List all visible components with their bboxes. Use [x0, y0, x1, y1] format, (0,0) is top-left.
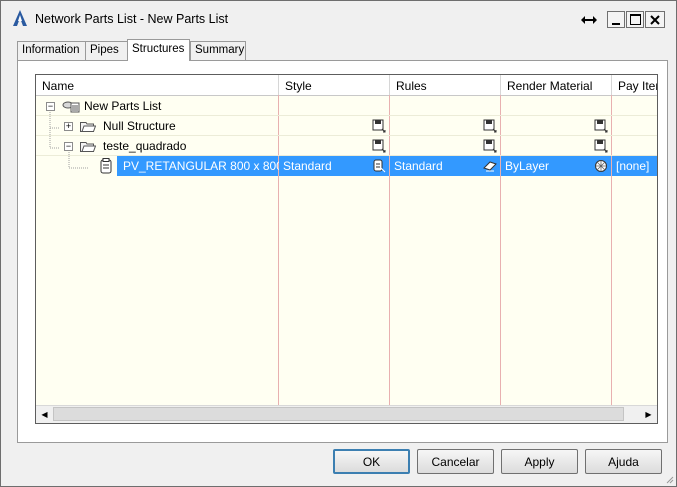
tab-pipes[interactable]: Pipes: [85, 41, 128, 60]
maximize-button[interactable]: [626, 11, 644, 28]
tree-label-pv-retangular: PV_RETANGULAR 800 x 800: [123, 159, 283, 173]
structure-icon: [100, 158, 112, 174]
rules-value: Standard: [394, 159, 443, 173]
maximize-icon: [629, 14, 641, 25]
parts-list-icon: [62, 101, 80, 113]
pay-item-value: [none]: [616, 159, 650, 173]
tab-structures[interactable]: Structures: [127, 39, 190, 61]
tab-information[interactable]: Information: [17, 41, 86, 60]
tree-row[interactable]: + Null Structure: [36, 116, 657, 136]
folder-open-icon: [80, 142, 96, 152]
material-picker-icon[interactable]: [594, 139, 608, 153]
tree-row[interactable]: − New Parts List: [36, 96, 657, 116]
double-arrow-icon[interactable]: [575, 11, 603, 28]
column-header-style[interactable]: Style: [279, 75, 390, 95]
style-picker-icon[interactable]: [372, 139, 386, 153]
column-header-pay-item[interactable]: Pay Item: [612, 75, 657, 95]
cancel-button[interactable]: Cancelar: [417, 449, 494, 474]
minimize-icon: [612, 22, 620, 25]
network-parts-list-dialog: Network Parts List - New Parts List Info…: [0, 0, 677, 487]
column-header-render-material[interactable]: Render Material: [501, 75, 612, 95]
material-picker-icon[interactable]: [594, 119, 608, 133]
help-button[interactable]: Ajuda: [585, 449, 662, 474]
column-header-rules[interactable]: Rules: [390, 75, 501, 95]
tree-label-null-structure: Null Structure: [103, 119, 176, 133]
close-icon: [650, 14, 660, 25]
window-title: Network Parts List - New Parts List: [35, 12, 229, 26]
scrollbar-thumb[interactable]: [53, 407, 624, 421]
rules-picker-icon[interactable]: [483, 119, 497, 133]
tree-row[interactable]: − teste_quadrado: [36, 136, 657, 156]
tree-row-selected[interactable]: PV_RETANGULAR 800 x 800 Standard Standar…: [36, 156, 657, 176]
apply-button[interactable]: Apply: [501, 449, 578, 474]
rules-picker-icon[interactable]: [483, 139, 497, 153]
close-button[interactable]: [645, 11, 665, 28]
style-picker-icon[interactable]: [372, 119, 386, 133]
render-material-value: ByLayer: [505, 159, 550, 173]
collapse-toggle[interactable]: −: [64, 142, 73, 151]
tab-summary[interactable]: Summary: [190, 41, 246, 60]
scroll-left-arrow-icon[interactable]: ◀: [36, 406, 53, 423]
expand-toggle[interactable]: +: [64, 122, 73, 131]
style-picker-icon[interactable]: [372, 159, 386, 173]
tree-label-new-parts-list: New Parts List: [84, 99, 162, 113]
grid-header: Name Style Rules Render Material Pay Ite…: [36, 75, 657, 96]
column-header-name[interactable]: Name: [36, 75, 279, 95]
tree-label-teste-quadrado: teste_quadrado: [103, 139, 187, 153]
material-sphere-icon[interactable]: [594, 159, 608, 173]
title-bar[interactable]: Network Parts List - New Parts List: [1, 1, 676, 37]
horizontal-scrollbar[interactable]: ◀ ▶: [36, 405, 657, 423]
style-value: Standard: [283, 159, 332, 173]
structures-grid: Name Style Rules Render Material Pay Ite…: [35, 74, 658, 424]
collapse-toggle[interactable]: −: [46, 102, 55, 111]
folder-icon: [80, 122, 96, 132]
scroll-right-arrow-icon[interactable]: ▶: [640, 406, 657, 423]
autocad-a-icon: [13, 10, 27, 26]
ok-button[interactable]: OK: [333, 449, 410, 474]
minimize-button[interactable]: [607, 11, 625, 28]
rules-picker-icon[interactable]: [483, 159, 497, 173]
resize-grip-icon[interactable]: [664, 474, 674, 484]
